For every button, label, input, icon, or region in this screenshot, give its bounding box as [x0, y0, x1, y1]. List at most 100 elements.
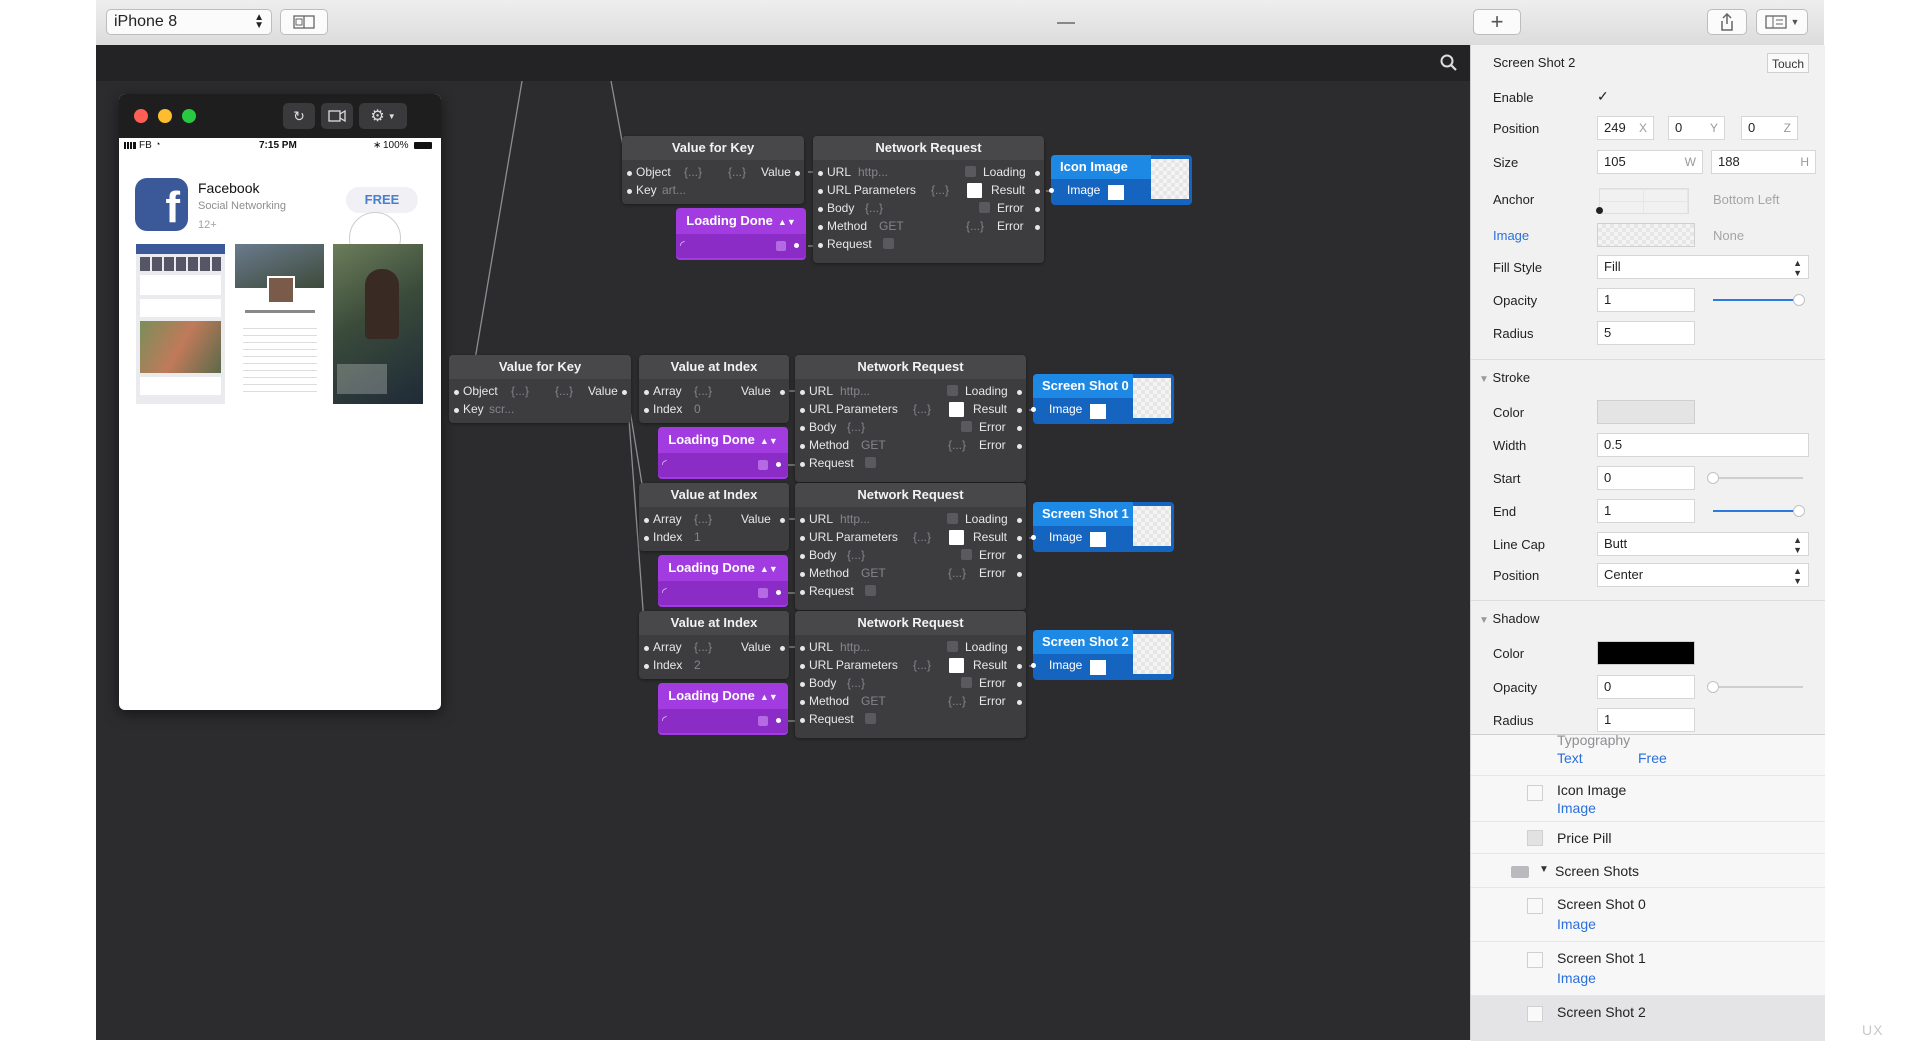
size-h-field[interactable]: 188 H: [1711, 150, 1816, 174]
radius-field[interactable]: 5: [1597, 321, 1695, 345]
stroke-end-field[interactable]: 1: [1597, 499, 1695, 523]
value-at-index-node[interactable]: Value at Index Array {...} Value Index 2: [639, 611, 789, 679]
input-port[interactable]: [800, 536, 805, 541]
request-checkbox[interactable]: [865, 457, 876, 468]
loading-checkbox[interactable]: [947, 385, 958, 396]
error-checkbox[interactable]: [961, 421, 972, 432]
stroke-width-field[interactable]: 0.5: [1597, 433, 1809, 457]
output-port[interactable]: [776, 462, 781, 467]
share-button[interactable]: [1707, 9, 1747, 35]
output-port[interactable]: [1017, 518, 1022, 523]
screen-shot-1-node[interactable]: Screen Shot 1 Image: [1031, 502, 1174, 552]
input-port[interactable]: [800, 646, 805, 651]
input-port[interactable]: [818, 171, 823, 176]
output-port[interactable]: [1035, 189, 1040, 194]
output-port[interactable]: [780, 518, 785, 523]
input-port[interactable]: [800, 554, 805, 559]
device-selector[interactable]: iPhone 8 ▲ ▼: [106, 9, 272, 35]
input-port[interactable]: [644, 646, 649, 651]
input-port[interactable]: [644, 536, 649, 541]
stroke-start-field[interactable]: 0: [1597, 466, 1695, 490]
shadow-opacity-slider[interactable]: [1707, 681, 1803, 693]
output-port[interactable]: [1017, 646, 1022, 651]
output-port[interactable]: [776, 718, 781, 723]
input-port[interactable]: [627, 189, 632, 194]
output-checkbox[interactable]: [776, 241, 786, 251]
error-checkbox[interactable]: [979, 202, 990, 213]
stroke-end-slider[interactable]: [1713, 505, 1805, 517]
network-request-node[interactable]: Network Request URL http... Loading URL …: [795, 355, 1026, 482]
input-port[interactable]: [1031, 663, 1036, 668]
result-swatch[interactable]: [967, 183, 982, 198]
add-button[interactable]: +: [1473, 9, 1521, 35]
preview-window[interactable]: ↻ ⚙ ▼ FB ◔ 7:15 PM ∗ 100% f Facebook Soci…: [119, 94, 441, 710]
network-request-node[interactable]: Network Request URL http... Loading URL …: [795, 611, 1026, 738]
opacity-slider[interactable]: [1713, 294, 1805, 306]
position-y-field[interactable]: 0Y: [1668, 116, 1725, 140]
output-port[interactable]: [794, 243, 799, 248]
output-port[interactable]: [1017, 408, 1022, 413]
layer-row-screen-shot-0[interactable]: Screen Shot 0 Image: [1471, 887, 1825, 942]
shadow-opacity-field[interactable]: 0: [1597, 675, 1695, 699]
input-port[interactable]: [644, 390, 649, 395]
input-port[interactable]: [800, 682, 805, 687]
loading-done-node[interactable]: Loading Done ▲▼ ◜: [658, 427, 788, 479]
line-cap-select[interactable]: Butt ▲ ▼: [1597, 532, 1809, 556]
input-port[interactable]: [1031, 407, 1036, 412]
loading-done-node[interactable]: Loading Done ▲▼ ◜: [676, 208, 806, 260]
screen-shot-0-node[interactable]: Screen Shot 0 Image: [1031, 374, 1174, 424]
input-port[interactable]: [800, 572, 805, 577]
value-for-key-node[interactable]: Value for Key Object {...} {...} Value K…: [622, 136, 804, 204]
output-port[interactable]: [1017, 390, 1022, 395]
output-port[interactable]: [795, 171, 800, 176]
input-port[interactable]: [800, 426, 805, 431]
input-port[interactable]: [800, 590, 805, 595]
value-for-key-node[interactable]: Value for Key Object {...} {...} Value K…: [449, 355, 631, 423]
record-button[interactable]: [321, 103, 353, 129]
shadow-color-swatch[interactable]: [1597, 641, 1695, 665]
input-port[interactable]: [818, 243, 823, 248]
view-menu-button[interactable]: ▼: [1756, 9, 1808, 35]
loading-checkbox[interactable]: [947, 641, 958, 652]
window-drag-handle[interactable]: [1057, 22, 1075, 24]
layer-row-price-pill[interactable]: Price Pill: [1471, 821, 1825, 854]
output-port[interactable]: [1017, 426, 1022, 431]
reload-button[interactable]: ↻: [283, 103, 315, 129]
position-x-field[interactable]: 249 X: [1597, 116, 1654, 140]
image-swatch[interactable]: [1090, 660, 1106, 675]
size-w-field[interactable]: 105 W: [1597, 150, 1703, 174]
loading-done-node[interactable]: Loading Done ▲▼ ◜: [658, 555, 788, 607]
stroke-color-swatch[interactable]: [1597, 400, 1695, 424]
loading-done-node[interactable]: Loading Done ▲▼ ◜: [658, 683, 788, 735]
image-swatch[interactable]: [1090, 404, 1106, 419]
output-port[interactable]: [776, 590, 781, 595]
layer-row-screen-shot-2[interactable]: Screen Shot 2: [1471, 995, 1825, 1041]
output-port[interactable]: [1017, 664, 1022, 669]
image-swatch[interactable]: [1090, 532, 1106, 547]
input-port[interactable]: [800, 390, 805, 395]
zoom-window-button[interactable]: [182, 109, 196, 123]
output-port[interactable]: [1017, 536, 1022, 541]
network-request-node[interactable]: Network Request URL http... Loading URL …: [795, 483, 1026, 610]
stroke-start-slider[interactable]: [1707, 472, 1803, 484]
output-port[interactable]: [1035, 207, 1040, 212]
result-swatch[interactable]: [949, 530, 964, 545]
layer-row-screen-shot-1[interactable]: Screen Shot 1 Image: [1471, 941, 1825, 996]
input-port[interactable]: [800, 462, 805, 467]
image-well[interactable]: [1597, 223, 1695, 247]
loading-checkbox[interactable]: [947, 513, 958, 524]
value-at-index-node[interactable]: Value at Index Array {...} Value Index 0: [639, 355, 789, 423]
request-checkbox[interactable]: [883, 238, 894, 249]
disclosure-icon[interactable]: ▼: [1539, 864, 1549, 875]
input-port[interactable]: [800, 518, 805, 523]
input-port[interactable]: [1049, 188, 1054, 193]
anchor-picker[interactable]: [1596, 188, 1689, 214]
image-swatch[interactable]: [1108, 185, 1124, 200]
output-port[interactable]: [1017, 554, 1022, 559]
output-checkbox[interactable]: [758, 588, 768, 598]
output-port[interactable]: [622, 390, 627, 395]
fill-style-select[interactable]: Fill ▲ ▼: [1597, 255, 1809, 279]
position-z-field[interactable]: 0Z: [1741, 116, 1798, 140]
icon-image-node[interactable]: Icon Image Image: [1049, 155, 1192, 205]
input-port[interactable]: [800, 408, 805, 413]
